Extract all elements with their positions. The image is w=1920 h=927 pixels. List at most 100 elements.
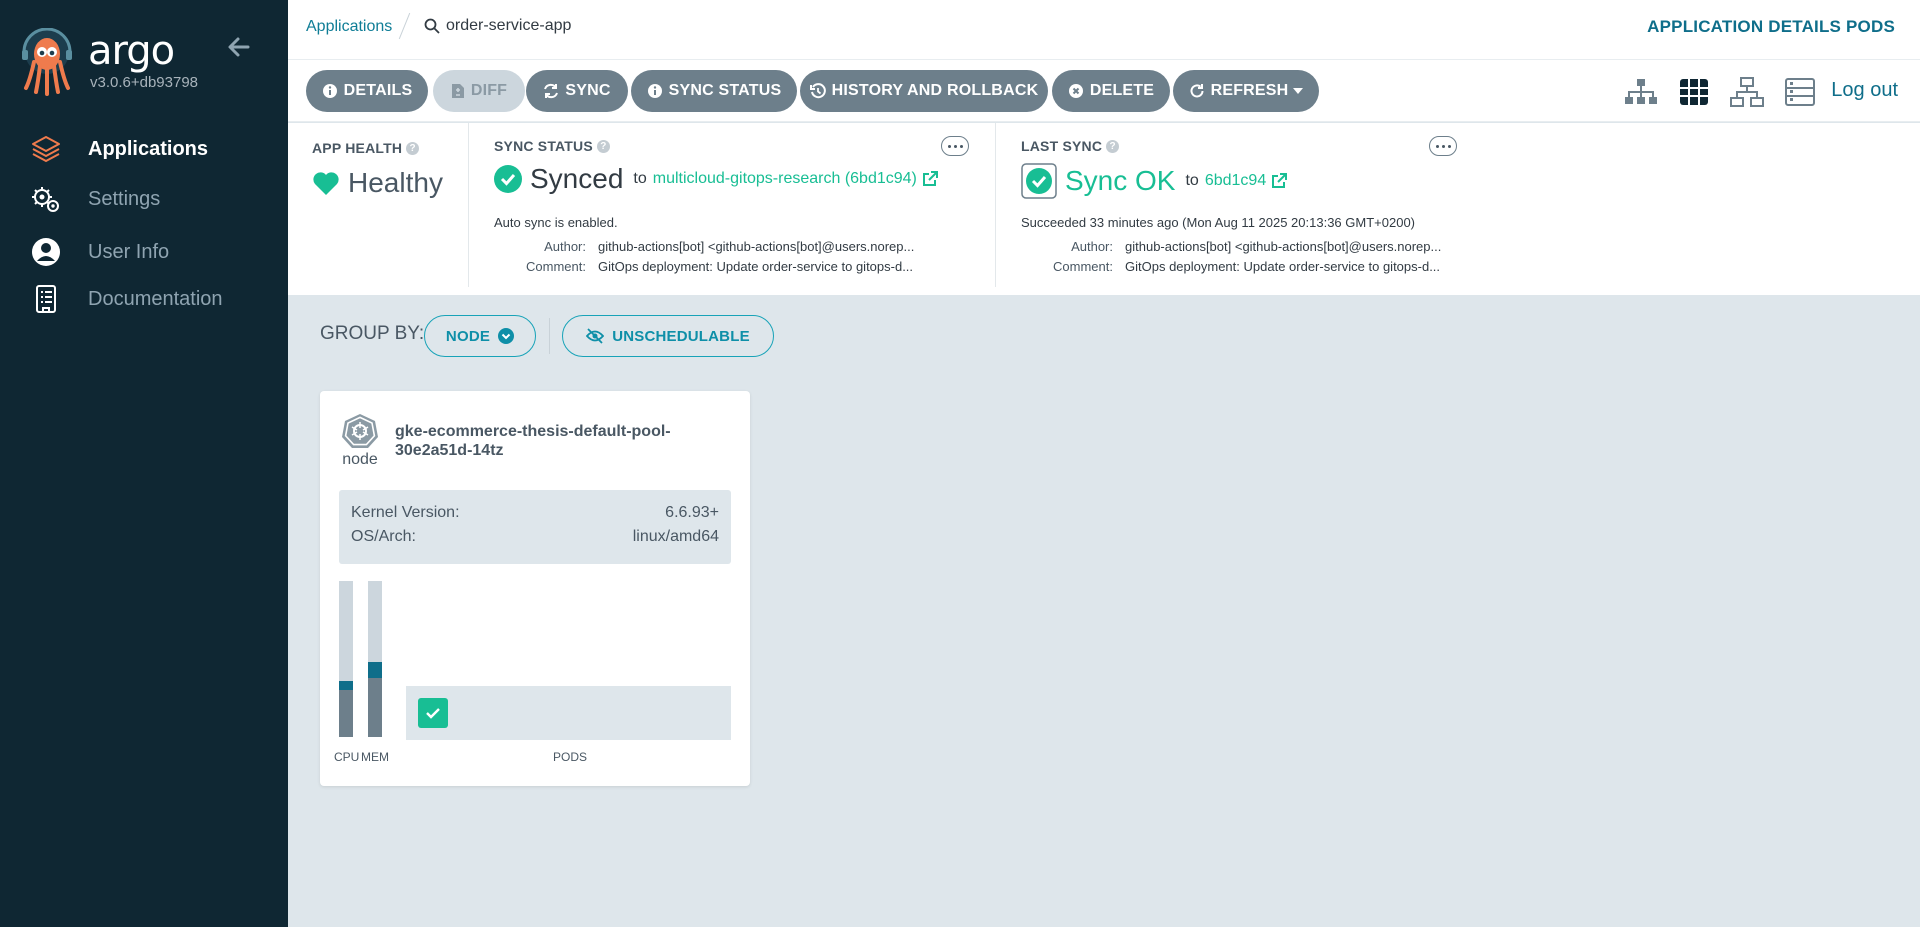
section-title: LAST SYNC (1021, 138, 1103, 154)
external-link-icon (922, 171, 938, 186)
gears-icon (30, 183, 62, 215)
heart-icon (313, 172, 339, 195)
sidebar-item-applications[interactable]: Applications (30, 131, 208, 167)
help-icon[interactable]: ? (596, 139, 610, 153)
times-circle-icon (1068, 83, 1084, 99)
details-button[interactable]: DETAILS (306, 70, 428, 112)
node-card[interactable]: node gke-ecommerce-thesis-default-pool-3… (320, 391, 750, 786)
search-icon (424, 18, 440, 34)
last-sync-value: Sync OK to 6bd1c94 (1021, 163, 1288, 199)
sync-target-link[interactable]: multicloud-gitops-research (6bd1c94) (653, 170, 938, 188)
unschedulable-button[interactable]: UNSCHEDULABLE (562, 315, 774, 357)
book-icon (30, 283, 62, 315)
os-arch-row: OS/Arch: linux/amd64 (351, 528, 719, 546)
sync-author-row: Author: github-actions[bot] <github-actio… (494, 239, 914, 254)
cpu-caption: CPU (334, 750, 360, 764)
chevron-down-circle-icon (498, 328, 515, 344)
mem-used (368, 678, 382, 737)
kernel-version-row: Kernel Version: 6.6.93+ (351, 504, 719, 522)
pods-view-icon[interactable] (1676, 76, 1712, 108)
history-icon (809, 83, 826, 99)
diff-button[interactable]: DIFF (433, 70, 525, 112)
mem-caption: MEM (361, 750, 389, 764)
delete-button[interactable]: DELETE (1052, 70, 1170, 112)
refresh-button[interactable]: REFRESH (1173, 70, 1319, 112)
cpu-used (339, 690, 353, 737)
version-label: v3.0.6+db93798 (90, 74, 199, 91)
button-label: DETAILS (343, 82, 413, 99)
sidebar-item-documentation[interactable]: Documentation (30, 281, 223, 317)
last-sync-more-button[interactable] (1429, 136, 1457, 156)
sync-status-value: Synced to multicloud-gitops-research (6b… (494, 163, 938, 195)
help-icon[interactable]: ? (406, 141, 420, 155)
sync-comment-row: Comment: GitOps deployment: Update order-… (494, 259, 913, 274)
external-link-icon (1272, 173, 1288, 188)
button-label: UNSCHEDULABLE (612, 327, 750, 345)
value: GitOps deployment: Update order-service … (1125, 259, 1441, 274)
value: 6.6.93+ (665, 504, 719, 521)
page-title: APPLICATION DETAILS PODS (1647, 17, 1895, 36)
mem-requested (368, 662, 382, 678)
divider (468, 123, 469, 287)
node-info-box: Kernel Version: 6.6.93+ OS/Arch: linux/amd… (339, 490, 731, 564)
sync-status-more-button[interactable] (941, 136, 969, 156)
sync-icon (543, 83, 559, 99)
history-and-rollback-button[interactable]: HISTORY AND ROLLBACK (800, 70, 1048, 112)
argo-logo[interactable] (22, 27, 76, 96)
button-label: DELETE (1089, 82, 1155, 99)
check-circle-icon (494, 165, 522, 193)
last-sync-comment-row: Comment: GitOps deployment: Update order-… (1021, 259, 1440, 274)
pods-caption: PODS (553, 750, 588, 764)
app-search[interactable]: order-service-app (424, 17, 571, 35)
sidebar-item-label: Documentation (88, 287, 223, 310)
target-label: multicloud-gitops-research (6bd1c94) (652, 170, 917, 187)
auto-sync-label: Auto sync is enabled. (494, 215, 618, 230)
status-panel: APP HEALTH? Healthy SYNC STATUS? Synced … (288, 123, 1920, 295)
eye-slash-icon (586, 328, 605, 344)
user-circle-icon (30, 236, 62, 268)
app-health-title: APP HEALTH? (312, 140, 420, 156)
sync-button[interactable]: SYNC (526, 70, 628, 112)
toolbar: DETAILS DIFF SYNC SYNC STATUS HISTORY AN… (288, 60, 1920, 122)
button-label: SYNC (565, 82, 611, 99)
sidebar-item-user-info[interactable]: User Info (30, 234, 169, 270)
button-label: SYNC STATUS (668, 82, 782, 99)
check-icon (426, 708, 440, 719)
button-label: NODE (445, 327, 491, 345)
section-title: SYNC STATUS (494, 138, 593, 154)
network-view-icon[interactable] (1729, 76, 1765, 108)
cpu-usage-bar[interactable] (339, 581, 353, 737)
key: Author: (1071, 239, 1113, 254)
divider (995, 123, 996, 287)
logout-link[interactable]: Log out (1831, 79, 1898, 102)
node-kind-label: node (342, 451, 378, 468)
mem-usage-bar[interactable] (368, 581, 382, 737)
value: GitOps deployment: Update order-service … (598, 259, 914, 274)
list-view-icon[interactable] (1782, 76, 1818, 108)
brand-name: argo (88, 28, 175, 74)
help-icon[interactable]: ? (1106, 139, 1120, 153)
collapse-sidebar-icon[interactable] (224, 32, 254, 62)
node-icon (342, 413, 378, 449)
last-sync-target-link[interactable]: 6bd1c94 (1205, 172, 1288, 190)
value: github-actions[bot] <github-actions[bot]… (598, 239, 915, 254)
pod-tile[interactable] (418, 698, 448, 728)
node-name: gke-ecommerce-thesis-default-pool-30e2a5… (395, 423, 671, 459)
sidebar-item-label: User Info (88, 240, 170, 263)
breadcrumb-separator (398, 12, 411, 40)
tree-view-icon[interactable] (1623, 76, 1659, 108)
search-value: order-service-app (446, 17, 572, 34)
key: Kernel Version: (351, 504, 460, 521)
pods-area (406, 686, 731, 740)
info-icon (647, 83, 663, 99)
sidebar: argo v3.0.6+db93798 Applications Setting… (0, 0, 288, 927)
sync-status-button[interactable]: SYNC STATUS (631, 70, 797, 112)
to-label: to (633, 170, 647, 187)
breadcrumb-applications[interactable]: Applications (306, 18, 392, 36)
button-label: HISTORY AND ROLLBACK (831, 82, 1039, 99)
key: Comment: (526, 259, 586, 274)
last-sync-author-row: Author: github-actions[bot] <github-actio… (1021, 239, 1441, 254)
group-by-node-button[interactable]: NODE (424, 315, 536, 357)
sidebar-item-settings[interactable]: Settings (30, 181, 160, 217)
top-bar: Applications order-service-app APPLICATI… (288, 0, 1920, 60)
